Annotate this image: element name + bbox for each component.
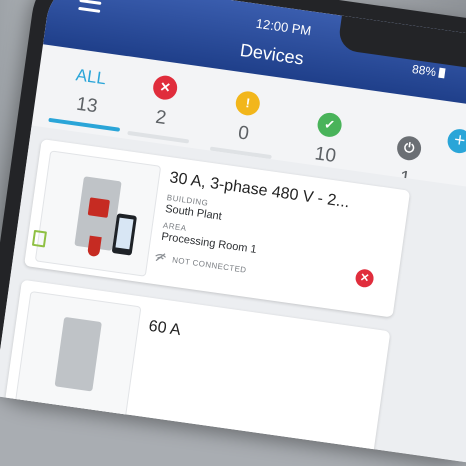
phone-frame: 12:00 PM Devices 88% ALL 13 ✕ 2 ! 0 ✓ 10 bbox=[0, 0, 466, 466]
add-device-button[interactable]: + bbox=[446, 127, 466, 155]
area-value: Processing Room 1 bbox=[160, 230, 258, 256]
connection-status-text: NOT CONNECTED bbox=[171, 255, 248, 275]
power-icon: ⏻ bbox=[395, 134, 423, 162]
filter-all-label: ALL bbox=[74, 65, 108, 89]
mobile-app-image bbox=[111, 213, 138, 256]
error-icon: ✕ bbox=[151, 74, 179, 102]
page-title: Devices bbox=[238, 39, 305, 69]
disconnect-handle-image bbox=[87, 197, 110, 218]
device-list[interactable]: 30 A, 3-phase 480 V - 2... BUILDING Sout… bbox=[0, 125, 466, 465]
filter-warning-count: 0 bbox=[236, 122, 251, 145]
battery-icon bbox=[438, 67, 446, 79]
device-thumbnail bbox=[14, 290, 142, 418]
plug-image bbox=[87, 235, 102, 258]
error-status-icon: ✕ bbox=[354, 268, 375, 289]
building-value: South Plant bbox=[164, 202, 223, 223]
document-icon[interactable] bbox=[31, 229, 47, 248]
check-icon: ✓ bbox=[316, 111, 344, 139]
battery-level: 88% bbox=[411, 61, 437, 80]
status-time: 12:00 PM bbox=[254, 15, 313, 39]
wifi-off-icon bbox=[154, 252, 167, 263]
filter-tab-error[interactable]: ✕ 2 bbox=[127, 71, 197, 144]
app-screen: 12:00 PM Devices 88% ALL 13 ✕ 2 ! 0 ✓ 10 bbox=[0, 0, 466, 465]
battery-indicator: 88% bbox=[411, 62, 446, 80]
enclosure-image bbox=[54, 316, 102, 392]
filter-tab-warning[interactable]: ! 0 bbox=[209, 87, 280, 160]
warning-icon: ! bbox=[234, 89, 262, 117]
connection-status: NOT CONNECTED bbox=[154, 252, 247, 275]
device-thumbnail bbox=[31, 150, 162, 277]
filter-all-count: 13 bbox=[74, 93, 99, 118]
filter-error-count: 2 bbox=[154, 106, 168, 130]
menu-icon[interactable] bbox=[78, 0, 102, 13]
filter-tab-all[interactable]: ALL 13 bbox=[48, 62, 128, 132]
device-name: 60 A bbox=[147, 317, 182, 340]
